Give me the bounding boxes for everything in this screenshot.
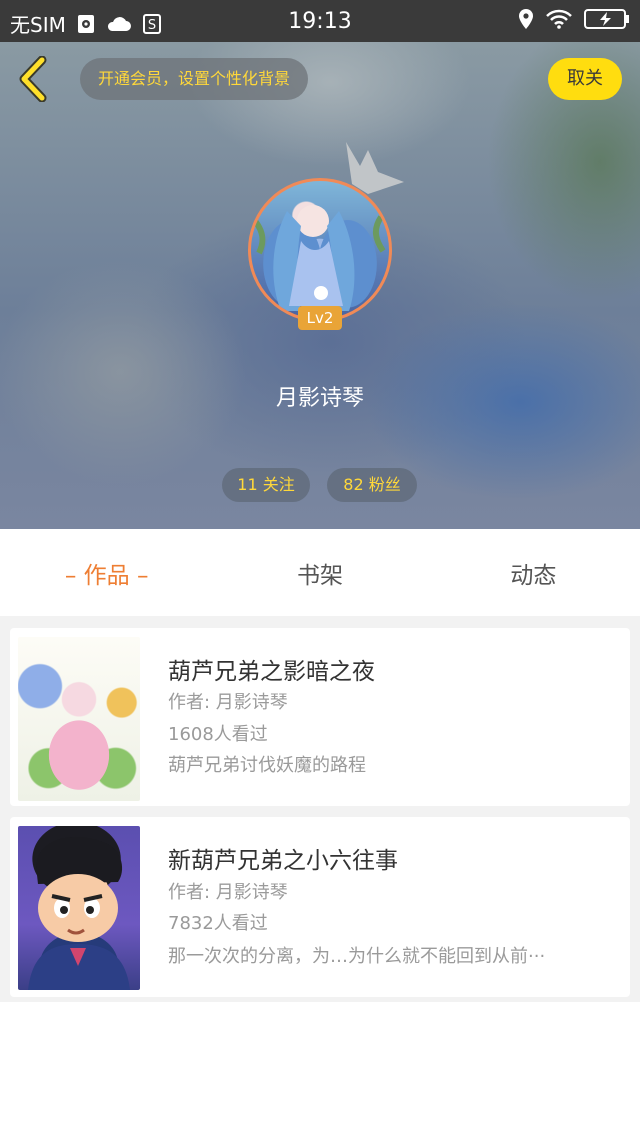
fans-count[interactable]: 82 粉丝 bbox=[327, 468, 417, 502]
status-bar: 无SIM S 19:13 bbox=[0, 0, 640, 42]
tab-activity[interactable]: 动态 bbox=[427, 556, 640, 590]
book-description: 葫芦兄弟讨伐妖魔的路程 bbox=[168, 755, 366, 776]
list-item[interactable]: 葫芦兄弟之影暗之夜 作者: 月影诗琴 1608人看过 葫芦兄弟讨伐妖魔的路程 bbox=[10, 628, 630, 806]
book-author: 作者: 月影诗琴 bbox=[168, 692, 288, 713]
profile-header: 开通会员，设置个性化背景 取关 Lv2 月影诗琴 11 关注 82 粉丝 bbox=[0, 42, 640, 529]
list-item[interactable]: 新葫芦兄弟之小六往事 作者: 月影诗琴 7832人看过 那一次次的分离，为…为什… bbox=[10, 817, 630, 997]
avatar[interactable] bbox=[248, 178, 392, 322]
vip-background-prompt[interactable]: 开通会员，设置个性化背景 bbox=[80, 58, 309, 100]
tab-works[interactable]: – 作品 – bbox=[0, 556, 213, 590]
wifi-icon bbox=[546, 9, 572, 29]
status-right bbox=[518, 8, 630, 30]
book-views: 1608人看过 bbox=[168, 724, 268, 745]
book-author: 作者: 月影诗琴 bbox=[168, 882, 288, 903]
location-icon bbox=[519, 9, 533, 29]
tab-bookshelf[interactable]: 书架 bbox=[213, 556, 426, 590]
book-cover bbox=[18, 637, 140, 801]
chevron-left-icon bbox=[19, 55, 47, 103]
unfollow-button[interactable]: 取关 bbox=[548, 58, 622, 100]
cartoon-boy-illustration-icon bbox=[28, 836, 130, 990]
book-cover bbox=[18, 826, 140, 990]
book-title: 新葫芦兄弟之小六往事 bbox=[168, 848, 398, 874]
username: 月影诗琴 bbox=[275, 386, 364, 411]
profile-tabs: – 作品 – 书架 动态 bbox=[0, 529, 640, 616]
following-count[interactable]: 11 关注 bbox=[222, 468, 310, 502]
avatar-illustration-icon bbox=[252, 205, 386, 311]
book-views: 7832人看过 bbox=[168, 913, 268, 934]
book-title: 葫芦兄弟之影暗之夜 bbox=[168, 659, 375, 685]
battery-charging-icon bbox=[584, 9, 629, 29]
back-button[interactable] bbox=[14, 55, 54, 103]
level-badge: Lv2 bbox=[298, 306, 342, 330]
book-description: 那一次次的分离，为…为什么就不能回到从前··· bbox=[168, 946, 546, 967]
